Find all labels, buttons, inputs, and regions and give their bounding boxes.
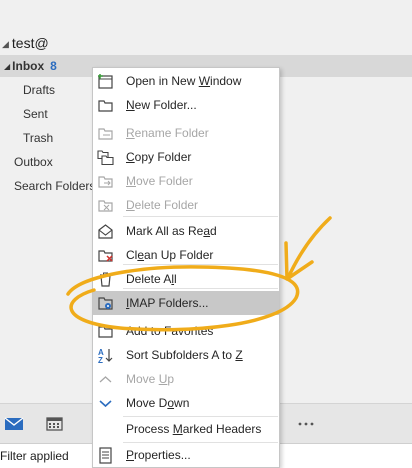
folder-trash-label: Trash bbox=[23, 131, 54, 145]
account-folder[interactable]: ◢ test@ bbox=[2, 30, 412, 54]
menu-item[interactable]: Process Marked Headers bbox=[93, 417, 279, 441]
menu-item[interactable]: Rename Folder bbox=[93, 121, 279, 145]
menu-item-label: Copy Folder bbox=[126, 150, 192, 164]
rename-folder-icon bbox=[97, 125, 114, 142]
menu-item[interactable]: Delete Folder bbox=[93, 193, 279, 217]
chevron-down-icon bbox=[97, 395, 114, 412]
account-label: test@ bbox=[11, 35, 49, 51]
menu-item[interactable]: Copy Folder bbox=[93, 145, 279, 169]
menu-item-label: Properties... bbox=[126, 448, 191, 462]
menu-separator bbox=[123, 216, 278, 217]
menu-separator bbox=[123, 442, 278, 443]
menu-item[interactable]: New Folder... bbox=[93, 93, 279, 117]
mark-read-icon bbox=[97, 223, 114, 240]
mail-icon[interactable] bbox=[4, 415, 24, 433]
menu-item[interactable]: A Z Sort Subfolders A to Z bbox=[93, 343, 279, 367]
more-options-icon[interactable] bbox=[296, 415, 316, 433]
menu-item-label: Move Folder bbox=[126, 174, 193, 188]
menu-item[interactable]: Move Up bbox=[93, 367, 279, 391]
menu-item[interactable]: IMAP Folders... bbox=[93, 291, 279, 315]
menu-separator bbox=[123, 264, 278, 265]
sort-az-icon: AZ bbox=[97, 347, 114, 365]
menu-item[interactable]: Properties... bbox=[93, 443, 279, 467]
folder-drafts-label: Drafts bbox=[23, 83, 56, 97]
menu-item[interactable]: Move Folder bbox=[93, 169, 279, 193]
calendar-icon[interactable] bbox=[45, 415, 65, 433]
move-folder-icon bbox=[97, 173, 114, 190]
imap-folders-icon bbox=[97, 295, 114, 312]
menu-item[interactable]: Add to Favorites bbox=[93, 319, 279, 343]
folder-outbox-label: Outbox bbox=[14, 155, 53, 169]
menu-item[interactable]: Move Down bbox=[93, 391, 279, 415]
menu-item-label: Move Up bbox=[126, 372, 175, 386]
svg-text:Z: Z bbox=[98, 356, 103, 364]
folder-sent-label: Sent bbox=[23, 107, 48, 121]
open-window-icon bbox=[97, 73, 114, 90]
new-folder-icon bbox=[97, 97, 114, 114]
delete-all-icon bbox=[97, 271, 114, 288]
folder-context-menu: Open in New Window New Folder... Rename Fo… bbox=[92, 67, 280, 468]
collapse-triangle-icon[interactable]: ◢ bbox=[2, 39, 9, 49]
inbox-label: Inbox bbox=[12, 59, 45, 73]
filter-status: Filter applied bbox=[0, 449, 69, 463]
copy-folder-icon bbox=[97, 149, 114, 166]
menu-item-label: Process Marked Headers bbox=[126, 422, 262, 436]
menu-item-label: Add to Favorites bbox=[126, 324, 214, 338]
properties-icon bbox=[97, 447, 114, 464]
clean-up-icon bbox=[97, 247, 114, 264]
menu-item-label: IMAP Folders... bbox=[126, 296, 209, 310]
menu-item-label: New Folder... bbox=[126, 98, 197, 112]
chevron-up-icon bbox=[97, 371, 114, 388]
menu-separator bbox=[123, 416, 278, 417]
menu-item[interactable]: Mark All as Read bbox=[93, 219, 279, 243]
folder-search-label: Search Folders bbox=[14, 179, 96, 193]
menu-item-label: Rename Folder bbox=[126, 126, 209, 140]
menu-item[interactable]: Open in New Window bbox=[93, 69, 279, 93]
menu-item-label: Move Down bbox=[126, 396, 190, 410]
menu-item-label: Delete Folder bbox=[126, 198, 199, 212]
menu-separator bbox=[123, 288, 278, 289]
collapse-triangle-icon[interactable]: ◢ bbox=[4, 62, 10, 71]
menu-item-label: Sort Subfolders A to Z bbox=[126, 348, 243, 362]
favorites-icon bbox=[97, 323, 114, 340]
delete-folder-icon bbox=[97, 197, 114, 214]
menu-item-label: Mark All as Read bbox=[126, 224, 217, 238]
unread-count-badge: 8 bbox=[50, 59, 57, 73]
menu-item-label: Open in New Window bbox=[126, 74, 242, 88]
